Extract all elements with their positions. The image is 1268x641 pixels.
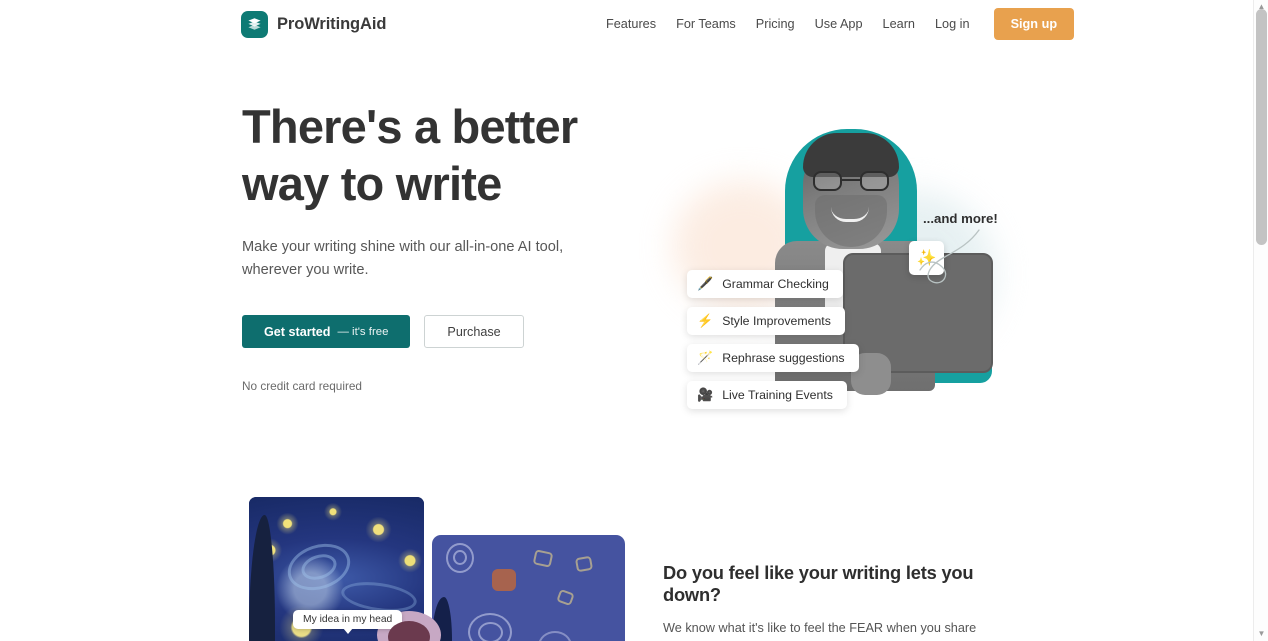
artwork-comparison: My idea in my head bbox=[249, 497, 625, 641]
feature-label: Rephrase suggestions bbox=[722, 351, 845, 365]
feature-pill-style-improvements: ⚡ Style Improvements bbox=[687, 307, 845, 335]
sketch-swirl bbox=[538, 631, 572, 641]
site-header: ProWritingAid Features For Teams Pricing… bbox=[0, 0, 1253, 48]
nav-item-learn[interactable]: Learn bbox=[873, 11, 925, 37]
feature-label: Style Improvements bbox=[722, 314, 831, 328]
nav-item-use-app[interactable]: Use App bbox=[805, 11, 873, 37]
feature-pill-live-training-events: 🎥 Live Training Events bbox=[687, 381, 847, 409]
nav-item-features[interactable]: Features bbox=[596, 11, 666, 37]
hero-section: There's a better way to write Make your … bbox=[0, 48, 1253, 488]
sketch-swirl bbox=[453, 550, 467, 565]
hero-subtitle: Make your writing shine with our all-in-… bbox=[242, 239, 564, 278]
person-glasses-icon bbox=[813, 171, 889, 191]
hero-cta-group: Get started — it's free Purchase bbox=[242, 315, 642, 348]
lightning-icon: ⚡ bbox=[697, 313, 714, 328]
pen-icon: 🖋️ bbox=[697, 276, 714, 291]
brand-logo-link[interactable]: ProWritingAid bbox=[241, 10, 387, 38]
section-two-body: We know what it's like to feel the FEAR … bbox=[663, 621, 977, 635]
main-nav: Features For Teams Pricing Use App Learn… bbox=[596, 8, 1075, 40]
scroll-down-arrow-icon[interactable]: ▼ bbox=[1257, 629, 1266, 638]
feature-pill-list: 🖋️ Grammar Checking ⚡ Style Improvements… bbox=[687, 270, 859, 409]
writing-lets-you-down-section: My idea in my head Do you feel like your… bbox=[0, 488, 1253, 641]
nav-item-log-in[interactable]: Log in bbox=[925, 11, 980, 37]
get-started-sublabel: — it's free bbox=[337, 325, 389, 338]
sketch-moon bbox=[492, 569, 516, 591]
sketch-swirl bbox=[478, 622, 503, 641]
hero-copy: There's a better way to write Make your … bbox=[242, 98, 642, 393]
video-camera-icon: 🎥 bbox=[697, 387, 714, 402]
sketch-star bbox=[556, 588, 575, 607]
nav-item-pricing[interactable]: Pricing bbox=[746, 11, 805, 37]
crude-sketch-panel bbox=[432, 535, 625, 641]
section-two-heading: Do you feel like your writing lets you d… bbox=[663, 562, 974, 605]
sketch-star bbox=[532, 549, 554, 568]
get-started-label: Get started bbox=[264, 324, 331, 339]
and-more-callout: ...and more! bbox=[923, 211, 998, 226]
get-started-button[interactable]: Get started — it's free bbox=[242, 315, 411, 348]
sign-up-button[interactable]: Sign up bbox=[993, 8, 1075, 40]
section-two-copy: Do you feel like your writing lets you d… bbox=[663, 562, 1023, 641]
magic-wand-icon: 🪄 bbox=[697, 350, 714, 365]
purchase-button[interactable]: Purchase bbox=[424, 315, 524, 348]
page-root: ProWritingAid Features For Teams Pricing… bbox=[0, 0, 1253, 641]
scrollbar-thumb[interactable] bbox=[1256, 9, 1267, 245]
vertical-scrollbar[interactable]: ▲ ▼ bbox=[1253, 0, 1268, 641]
feature-pill-grammar-checking: 🖋️ Grammar Checking bbox=[687, 270, 843, 298]
curved-arrow-icon bbox=[919, 229, 980, 284]
hero-illustration: ✨ ...and more! 🖋️ Grammar Checking ⚡ Sty… bbox=[655, 103, 1015, 443]
no-credit-card-note: No credit card required bbox=[242, 379, 362, 393]
hero-title: There's a better way to write bbox=[242, 100, 578, 210]
book-logo-icon bbox=[241, 10, 268, 38]
sketch-star bbox=[574, 555, 594, 573]
feature-pill-rephrase-suggestions: 🪄 Rephrase suggestions bbox=[687, 344, 859, 372]
feature-label: Grammar Checking bbox=[722, 277, 829, 291]
brand-name: ProWritingAid bbox=[277, 14, 387, 33]
nav-item-for-teams[interactable]: For Teams bbox=[666, 11, 746, 37]
idea-in-my-head-label: My idea in my head bbox=[293, 610, 403, 634]
feature-label: Live Training Events bbox=[722, 388, 833, 402]
